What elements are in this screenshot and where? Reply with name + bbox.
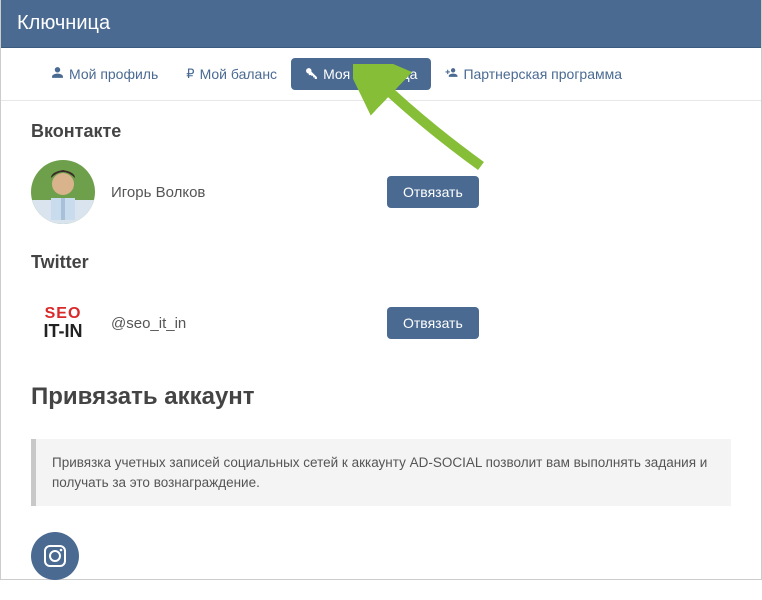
tab-balance-label: Мой баланс: [200, 66, 278, 82]
tab-profile-label: Мой профиль: [69, 66, 158, 82]
vk-avatar: [31, 160, 95, 224]
twitter-avatar: SEO IT-IN: [31, 291, 95, 355]
tab-keystore[interactable]: Моя ключница: [291, 58, 431, 90]
key-icon: [305, 66, 318, 82]
tabs-nav: Мой профиль ₽ Мой баланс Моя ключница Па…: [1, 48, 761, 101]
user-icon: [51, 66, 64, 82]
page-title: Ключница: [17, 12, 110, 34]
instagram-icon: [43, 544, 67, 568]
tab-profile[interactable]: Мой профиль: [37, 58, 172, 90]
tab-partner[interactable]: Партнерская программа: [431, 58, 636, 90]
twitter-account-row: SEO IT-IN @seo_it_in Отвязать: [31, 291, 731, 355]
twitter-section-title: Twitter: [31, 252, 731, 273]
ruble-icon: ₽: [186, 66, 194, 82]
twitter-account-name: @seo_it_in: [111, 315, 361, 332]
link-account-title: Привязать аккаунт: [31, 383, 731, 411]
plus-user-icon: [445, 66, 458, 82]
twitter-logo-bottom: IT-IN: [44, 322, 83, 340]
twitter-logo-top: SEO: [45, 306, 82, 322]
tab-balance[interactable]: ₽ Мой баланс: [172, 58, 291, 90]
main-content: Вконтакте Игорь Волков Отвязать Twitter …: [1, 101, 761, 600]
tab-keystore-label: Моя ключница: [323, 66, 417, 82]
info-banner: Привязка учетных записей социальных сете…: [31, 439, 731, 506]
instagram-link-button[interactable]: [31, 532, 79, 580]
tab-partner-label: Партнерская программа: [463, 66, 622, 82]
page-header: Ключница: [1, 0, 761, 48]
vk-unlink-button[interactable]: Отвязать: [387, 176, 479, 208]
vk-account-name: Игорь Волков: [111, 184, 361, 201]
vk-section-title: Вконтакте: [31, 121, 731, 142]
twitter-unlink-button[interactable]: Отвязать: [387, 307, 479, 339]
vk-account-row: Игорь Волков Отвязать: [31, 160, 731, 224]
avatar-image: [31, 160, 95, 224]
